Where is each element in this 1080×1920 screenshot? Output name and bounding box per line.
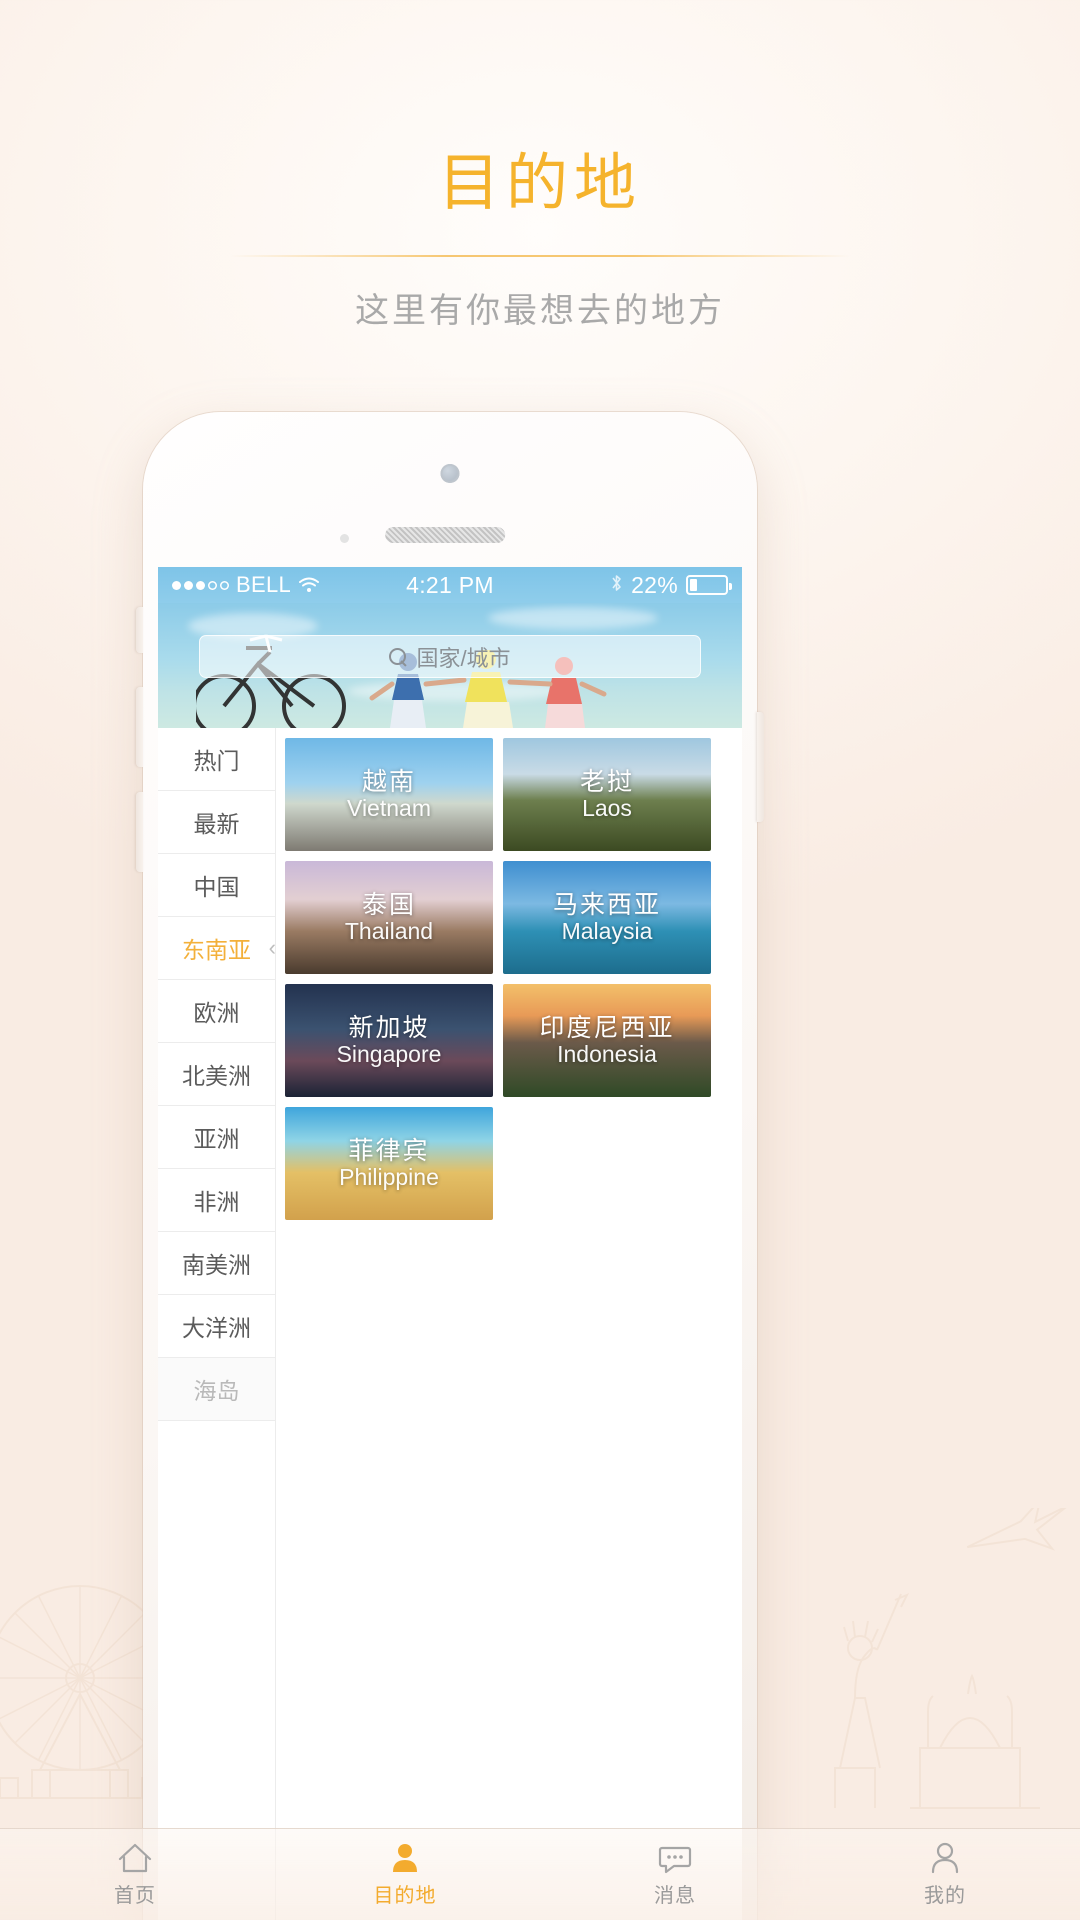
destination-name-cn: 印度尼西亚: [539, 1013, 675, 1042]
destination-icon: [388, 1842, 422, 1874]
category-item[interactable]: 热门: [158, 728, 275, 791]
category-item[interactable]: 南美洲: [158, 1232, 275, 1295]
destination-card[interactable]: 印度尼西亚 Indonesia: [503, 984, 711, 1097]
tab-message-label: 消息: [654, 1884, 696, 1907]
category-item[interactable]: 大洋洲: [158, 1295, 275, 1358]
status-bar: BELL 4:21 PM 22%: [158, 567, 742, 603]
destination-card[interactable]: 新加坡 Singapore: [285, 984, 493, 1097]
destination-name-en: Thailand: [344, 917, 434, 944]
destination-name-en: Indonesia: [557, 1040, 657, 1067]
destination-name-cn: 越南: [361, 767, 416, 796]
destination-card[interactable]: 老挝 Laos: [503, 738, 711, 851]
phone-mockup: BELL 4:21 PM 22% 国家/城市 热门 最新 中国 东南亚 ‹ 欧洲…: [136, 412, 764, 1920]
destination-name-cn: 菲律宾: [348, 1136, 430, 1165]
decorative-skyline-right: [760, 1508, 1080, 1828]
category-label: 最新: [193, 811, 240, 837]
tab-home-label: 首页: [114, 1884, 156, 1907]
category-label: 中国: [193, 874, 240, 900]
category-label: 东南亚: [182, 937, 251, 963]
front-camera-icon: [440, 464, 460, 483]
carrier-label: BELL: [236, 572, 292, 597]
bottom-tab-bar: 首页 目的地 消息 我的: [0, 1828, 1080, 1920]
hero-banner: 国家/城市: [158, 603, 742, 728]
category-label: 大洋洲: [182, 1315, 251, 1341]
destination-grid: 越南 Vietnam 老挝 Laos 泰国 Thailand 马来西亚 Malaysia 新加坡…: [276, 728, 742, 1920]
category-label: 非洲: [193, 1189, 240, 1215]
destination-label: 新加坡 Singapore: [285, 1014, 493, 1068]
category-item[interactable]: 非洲: [158, 1169, 275, 1232]
destination-label: 越南 Vietnam: [285, 768, 493, 822]
destination-label: 马来西亚 Malaysia: [503, 891, 711, 945]
title-divider: [230, 255, 850, 258]
category-label: 热门: [193, 748, 240, 774]
destination-name-en: Vietnam: [347, 794, 431, 821]
destination-card[interactable]: 泰国 Thailand: [285, 861, 493, 974]
category-label: 北美洲: [182, 1063, 251, 1089]
category-label: 海岛: [193, 1378, 240, 1404]
tab-profile-label: 我的: [924, 1884, 966, 1907]
category-label: 南美洲: [182, 1252, 251, 1278]
destination-card[interactable]: 越南 Vietnam: [285, 738, 493, 851]
battery-percent-label: 22%: [631, 571, 678, 598]
home-icon: [118, 1842, 152, 1874]
message-icon: [658, 1842, 692, 1874]
page-title: 目的地: [437, 149, 642, 218]
bluetooth-icon: [610, 572, 623, 599]
battery-icon: [686, 575, 732, 595]
earpiece-speaker: [385, 527, 506, 543]
search-icon: [389, 647, 407, 666]
page-subtitle: 这里有你最想去的地方: [355, 292, 725, 331]
category-item[interactable]: 北美洲: [158, 1043, 275, 1106]
volume-down-button[interactable]: [136, 792, 143, 872]
category-item[interactable]: 中国: [158, 854, 275, 917]
category-label: 欧洲: [193, 1000, 240, 1026]
destination-name-cn: 泰国: [361, 890, 416, 919]
category-item[interactable]: 欧洲: [158, 980, 275, 1043]
destination-card[interactable]: 马来西亚 Malaysia: [503, 861, 711, 974]
volume-up-button[interactable]: [136, 687, 143, 767]
destination-card[interactable]: 菲律宾 Philippine: [285, 1107, 493, 1220]
content-area: 热门最新中国东南亚欧洲北美洲亚洲非洲南美洲大洋洲海岛 越南Vietnam老挝La…: [158, 728, 742, 1920]
category-item[interactable]: 亚洲: [158, 1106, 275, 1169]
tab-message[interactable]: 消息: [540, 1842, 810, 1908]
destination-name-en: Philippine: [339, 1163, 439, 1190]
category-list-spacer: [158, 1421, 275, 1541]
page-header: 目的地 这里有你最想去的地方: [0, 0, 1080, 332]
destination-name-en: Singapore: [336, 1040, 442, 1067]
tab-profile[interactable]: 我的: [810, 1842, 1080, 1908]
silent-switch[interactable]: [136, 607, 143, 653]
search-input[interactable]: 国家/城市: [199, 635, 701, 678]
destination-label: 泰国 Thailand: [285, 891, 493, 945]
search-placeholder: 国家/城市: [416, 645, 511, 671]
signal-dots-icon: [172, 580, 229, 590]
destination-label: 菲律宾 Philippine: [285, 1137, 493, 1191]
profile-icon: [928, 1842, 962, 1874]
destination-name-cn: 马来西亚: [552, 890, 661, 919]
tab-destination-label: 目的地: [373, 1884, 437, 1907]
wifi-icon: [298, 572, 320, 599]
destination-name-en: Laos: [582, 794, 632, 821]
tab-destination[interactable]: 目的地: [270, 1842, 540, 1908]
destination-label: 老挝 Laos: [503, 768, 711, 822]
proximity-sensor-icon: [340, 534, 349, 543]
tab-home[interactable]: 首页: [0, 1842, 270, 1908]
destination-name-cn: 老挝: [579, 767, 634, 796]
destination-label: 印度尼西亚 Indonesia: [503, 1014, 711, 1068]
category-sidebar[interactable]: 热门最新中国东南亚欧洲北美洲亚洲非洲南美洲大洋洲海岛: [158, 728, 276, 1920]
category-label: 亚洲: [193, 1126, 240, 1152]
category-item[interactable]: 最新: [158, 791, 275, 854]
category-item[interactable]: 海岛: [158, 1358, 275, 1421]
power-button[interactable]: [757, 712, 764, 822]
destination-name-cn: 新加坡: [348, 1013, 430, 1042]
destination-name-en: Malaysia: [561, 917, 653, 944]
category-item[interactable]: 东南亚: [158, 917, 275, 980]
phone-screen: BELL 4:21 PM 22% 国家/城市 热门 最新 中国 东南亚 ‹ 欧洲…: [158, 567, 742, 1920]
